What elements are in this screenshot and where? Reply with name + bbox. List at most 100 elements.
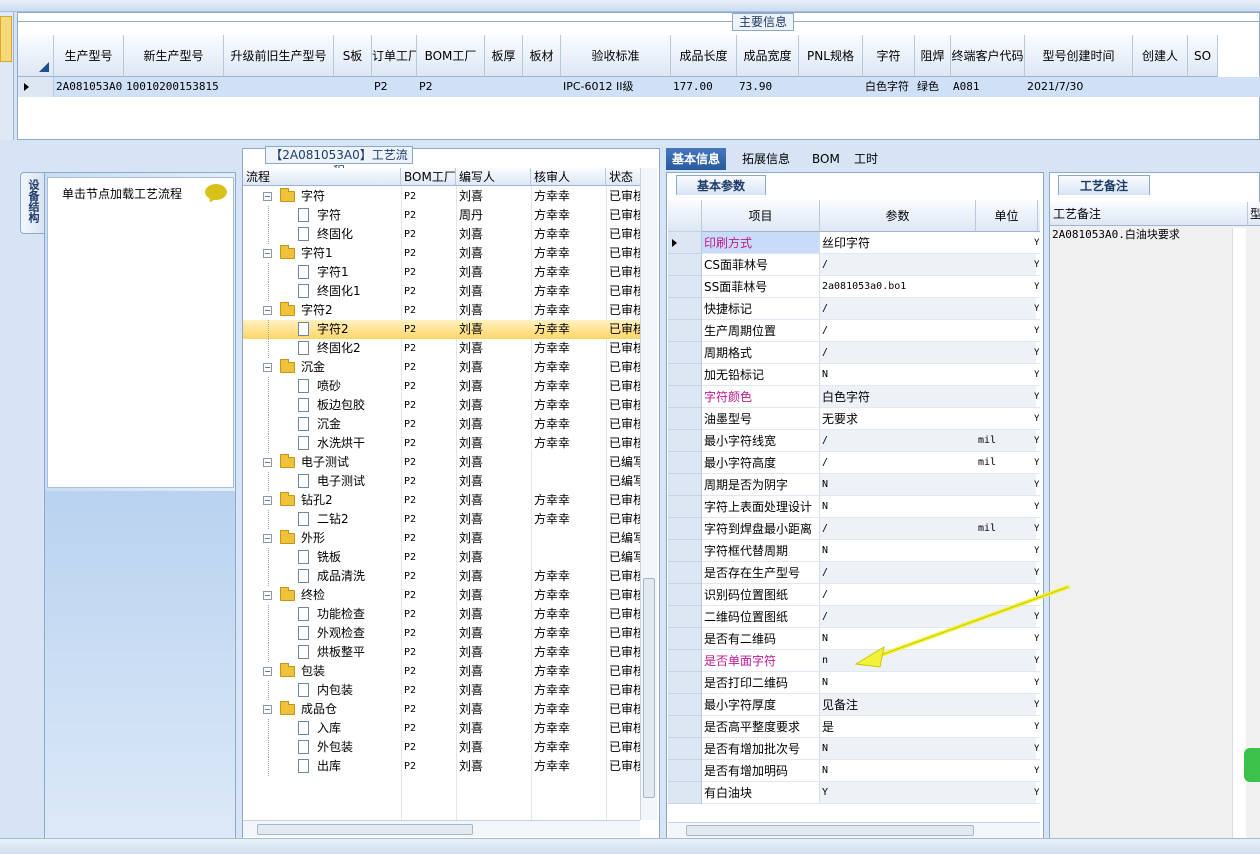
tree-node-label[interactable]: 字符 xyxy=(301,187,399,206)
tree-node-label[interactable]: 铣板 xyxy=(317,548,401,567)
param-item[interactable]: 是否存在生产型号 xyxy=(702,562,820,584)
tree-node-label[interactable]: 终固化1 xyxy=(317,282,401,301)
tree-row[interactable]: 烘板整平 P2 刘喜 方幸幸 已审核 xyxy=(243,643,640,662)
main-col-header[interactable]: 板材 xyxy=(523,35,561,77)
expand-toggle-icon[interactable]: − xyxy=(263,458,272,467)
param-unit[interactable] xyxy=(976,496,1036,518)
main-col-header[interactable]: 阻焊 xyxy=(915,35,951,77)
tree-col-header[interactable]: 编写人 xyxy=(456,168,531,186)
param-unit[interactable] xyxy=(976,254,1036,276)
main-col-header[interactable]: 字符 xyxy=(863,35,915,77)
param-item[interactable]: CS面菲林号 xyxy=(702,254,820,276)
param-item[interactable]: 是否有增加明码 xyxy=(702,760,820,782)
tree-row[interactable]: − 沉金 P2 刘喜 方幸幸 已审核 xyxy=(243,358,640,377)
tree-row[interactable]: 字符2 P2 刘喜 方幸幸 已审核 xyxy=(243,320,640,339)
param-value[interactable]: 2a081053a0.bo1 xyxy=(820,276,976,298)
tree-node-label[interactable]: 字符1 xyxy=(301,244,399,263)
main-cell[interactable] xyxy=(523,77,561,97)
param-item[interactable]: 字符上表面处理设计 xyxy=(702,496,820,518)
tab-device-structure[interactable]: 设备结构 xyxy=(20,172,44,234)
param-value[interactable]: / xyxy=(820,320,976,342)
main-cell[interactable] xyxy=(485,77,523,97)
param-unit[interactable]: mil xyxy=(976,452,1036,474)
param-grid-corner[interactable] xyxy=(668,200,702,232)
param-item[interactable]: 是否有二维码 xyxy=(702,628,820,650)
param-item[interactable]: 加无铅标记 xyxy=(702,364,820,386)
param-item[interactable]: 字符框代替周期 xyxy=(702,540,820,562)
param-value[interactable]: N xyxy=(820,540,976,562)
tree-row[interactable]: − 外形 P2 刘喜 已编写 xyxy=(243,529,640,548)
scrollbar-thumb[interactable] xyxy=(257,824,473,835)
tree-node-label[interactable]: 水洗烘干 xyxy=(317,434,401,453)
tab-work-hours[interactable]: 工时 xyxy=(848,148,884,170)
param-unit[interactable] xyxy=(976,738,1036,760)
tree-row[interactable]: 二钻2 P2 刘喜 方幸幸 已审核 xyxy=(243,510,640,529)
tree-row[interactable]: 喷砂 P2 刘喜 方幸幸 已审核 xyxy=(243,377,640,396)
param-item[interactable]: 最小字符高度 xyxy=(702,452,820,474)
main-col-header[interactable]: 型号创建时间 xyxy=(1025,35,1133,77)
tree-row[interactable]: 入库 P2 刘喜 方幸幸 已审核 xyxy=(243,719,640,738)
tree-node-label[interactable]: 入库 xyxy=(317,719,401,738)
tree-row[interactable]: − 字符1 P2 刘喜 方幸幸 已审核 xyxy=(243,244,640,263)
main-col-header[interactable]: 板厚 xyxy=(485,35,523,77)
tree-row[interactable]: 外观检查 P2 刘喜 方幸幸 已审核 xyxy=(243,624,640,643)
param-unit[interactable] xyxy=(976,232,1036,254)
tree-row[interactable]: 终固化2 P2 刘喜 方幸幸 已审核 xyxy=(243,339,640,358)
param-value[interactable]: N xyxy=(820,364,976,386)
tree-node-label[interactable]: 板边包胶 xyxy=(317,396,401,415)
param-unit[interactable] xyxy=(976,716,1036,738)
expand-toggle-icon[interactable]: − xyxy=(263,192,272,201)
param-unit[interactable] xyxy=(976,320,1036,342)
tree-node-label[interactable]: 功能检查 xyxy=(317,605,401,624)
param-item[interactable]: 有白油块 xyxy=(702,782,820,804)
param-item[interactable]: 二维码位置图纸 xyxy=(702,606,820,628)
tree-node-label[interactable]: 成品仓 xyxy=(301,700,399,719)
main-cell[interactable]: IPC-6012 II级 xyxy=(561,77,671,97)
param-value[interactable]: / xyxy=(820,430,976,452)
main-cell[interactable]: A081 xyxy=(951,77,1025,97)
tree-node-label[interactable]: 沉金 xyxy=(301,358,399,377)
main-col-header[interactable]: 验收标准 xyxy=(561,35,671,77)
main-col-header[interactable]: 升级前旧生产型号 xyxy=(224,35,334,77)
tree-row[interactable]: 终固化 P2 刘喜 方幸幸 已审核 xyxy=(243,225,640,244)
main-col-header[interactable]: 生产型号 xyxy=(54,35,124,77)
main-col-header[interactable]: 新生产型号 xyxy=(124,35,224,77)
tab-extended-info[interactable]: 拓展信息 xyxy=(736,148,796,170)
tree-row[interactable]: 电子测试 P2 刘喜 已编写 xyxy=(243,472,640,491)
tree-row[interactable]: − 包装 P2 刘喜 方幸幸 已审核 xyxy=(243,662,640,681)
main-col-header[interactable]: 订单工厂 xyxy=(372,35,417,77)
param-item[interactable]: 是否单面字符 xyxy=(702,650,820,672)
tree-node-label[interactable]: 电子测试 xyxy=(301,453,399,472)
main-cell[interactable] xyxy=(1188,77,1218,97)
param-unit[interactable] xyxy=(976,386,1036,408)
tree-col-header[interactable]: BOM工厂 xyxy=(401,168,456,186)
tree-row[interactable]: 板边包胶 P2 刘喜 方幸幸 已审核 xyxy=(243,396,640,415)
main-cell[interactable]: 10010200153815 xyxy=(124,77,224,97)
param-value[interactable]: Y xyxy=(820,782,976,804)
tree-node-label[interactable]: 终固化2 xyxy=(317,339,401,358)
main-cell[interactable] xyxy=(334,77,372,97)
expand-toggle-icon[interactable]: − xyxy=(263,667,272,676)
tab-bom[interactable]: BOM xyxy=(806,148,846,170)
param-item[interactable]: 字符到焊盘最小距离 xyxy=(702,518,820,540)
tree-node-label[interactable]: 烘板整平 xyxy=(317,643,401,662)
param-value[interactable]: N xyxy=(820,672,976,694)
tree-col-header[interactable]: 核审人 xyxy=(531,168,606,186)
tree-node-label[interactable]: 字符 xyxy=(317,206,401,225)
param-item[interactable]: 最小字符厚度 xyxy=(702,694,820,716)
expand-toggle-icon[interactable]: − xyxy=(263,705,272,714)
horizontal-splitter[interactable] xyxy=(0,140,1260,148)
param-value[interactable]: 丝印字符 xyxy=(820,232,976,254)
param-value[interactable]: / xyxy=(820,518,976,540)
tab-basic-params[interactable]: 基本参数 xyxy=(676,175,766,195)
expand-toggle-icon[interactable]: − xyxy=(263,591,272,600)
main-cell[interactable]: 绿色 xyxy=(915,77,951,97)
main-col-header[interactable]: SO xyxy=(1188,35,1218,77)
tree-row[interactable]: 水洗烘干 P2 刘喜 方幸幸 已审核 xyxy=(243,434,640,453)
tree-node-label[interactable]: 终固化 xyxy=(317,225,401,244)
remarks-column-header[interactable]: 工艺备注 xyxy=(1050,202,1248,226)
tree-node-label[interactable]: 电子测试 xyxy=(317,472,401,491)
expand-toggle-icon[interactable]: − xyxy=(263,496,272,505)
collapsed-nav-highlight[interactable] xyxy=(0,16,12,62)
param-value[interactable]: / xyxy=(820,254,976,276)
